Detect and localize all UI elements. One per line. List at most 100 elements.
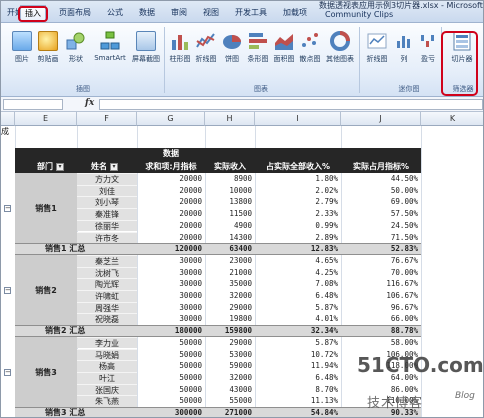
- screenshot-button[interactable]: 屏幕截图: [131, 29, 161, 75]
- pct-income-cell[interactable]: 4.65%: [255, 255, 341, 267]
- name-filter-dropdown-icon[interactable]: ▾: [110, 162, 118, 171]
- column-header-j[interactable]: J: [341, 112, 421, 126]
- income-cell[interactable]: 19800: [205, 313, 255, 325]
- clipart-button[interactable]: 剪贴画: [35, 29, 61, 75]
- name-cell[interactable]: 祝晓磊: [77, 313, 137, 326]
- shapes-button[interactable]: 形状: [63, 29, 89, 75]
- income-cell[interactable]: 29000: [205, 302, 255, 314]
- income-cell[interactable]: 35000: [205, 278, 255, 290]
- area-chart-button[interactable]: 面积图: [271, 29, 297, 75]
- tab-review[interactable]: 审阅: [167, 5, 191, 21]
- dept-label[interactable]: 销售1: [15, 203, 77, 214]
- formula-input[interactable]: [99, 99, 483, 110]
- tab-page-layout[interactable]: 页面布局: [55, 5, 95, 21]
- target-cell[interactable]: 30000: [137, 255, 205, 267]
- subtotal-target[interactable]: 180000: [137, 325, 205, 337]
- income-cell[interactable]: 29000: [205, 337, 255, 349]
- name-cell[interactable]: 刘佳: [77, 184, 137, 197]
- name-cell[interactable]: 张国庆: [77, 383, 137, 396]
- subtotal-target[interactable]: 300000: [137, 407, 205, 417]
- pct-target-cell[interactable]: 58.00%: [341, 337, 421, 349]
- collapse-toggle-icon[interactable]: −: [4, 287, 11, 294]
- pct-income-cell[interactable]: 7.08%: [255, 278, 341, 290]
- pct-income-cell[interactable]: 5.87%: [255, 337, 341, 349]
- pct-target-cell[interactable]: 44.50%: [341, 173, 421, 185]
- name-cell[interactable]: 周强华: [77, 301, 137, 314]
- name-cell[interactable]: 叶江: [77, 371, 137, 384]
- tab-community-clips[interactable]: Community Clips: [321, 7, 397, 23]
- name-cell[interactable]: 秦芝兰: [77, 254, 137, 267]
- name-cell[interactable]: 马晓娟: [77, 348, 137, 361]
- target-cell[interactable]: 50000: [137, 349, 205, 361]
- target-cell[interactable]: 30000: [137, 313, 205, 325]
- subtotal-income[interactable]: 271000: [205, 407, 255, 417]
- income-cell[interactable]: 14300: [205, 232, 255, 244]
- target-cell[interactable]: 50000: [137, 395, 205, 407]
- collapse-toggle-icon[interactable]: −: [4, 205, 11, 213]
- tab-view[interactable]: 视图: [199, 5, 223, 21]
- target-cell[interactable]: 20000: [137, 208, 205, 220]
- pct-income-cell[interactable]: 10.72%: [255, 349, 341, 361]
- target-cell[interactable]: 30000: [137, 302, 205, 314]
- name-box[interactable]: [3, 99, 63, 110]
- pct-income-cell[interactable]: 4.25%: [255, 267, 341, 279]
- pct-target-cell[interactable]: 96.67%: [341, 302, 421, 314]
- dept-label[interactable]: 销售3: [15, 367, 77, 378]
- dept-label[interactable]: 销售2: [15, 285, 77, 296]
- pct-target-cell[interactable]: 69.00%: [341, 196, 421, 208]
- name-cell[interactable]: 陶光辉: [77, 278, 137, 290]
- target-cell[interactable]: 20000: [137, 173, 205, 185]
- income-cell[interactable]: 8900: [205, 173, 255, 185]
- subtotal-label[interactable]: 销售2 汇总: [15, 325, 137, 337]
- target-cell[interactable]: 50000: [137, 360, 205, 372]
- name-cell[interactable]: 方力文: [77, 173, 137, 185]
- pct-income-cell[interactable]: 6.48%: [255, 372, 341, 384]
- income-cell[interactable]: 4900: [205, 220, 255, 232]
- income-cell[interactable]: 59000: [205, 360, 255, 372]
- name-cell[interactable]: 沈树飞: [77, 266, 137, 279]
- subtotal-pct-income[interactable]: 32.34%: [255, 325, 341, 337]
- income-cell[interactable]: 23000: [205, 255, 255, 267]
- subtotal-label[interactable]: 销售1 汇总: [15, 243, 137, 255]
- sparkline-line-button[interactable]: 折线图: [363, 29, 391, 75]
- pct-target-cell[interactable]: 57.50%: [341, 208, 421, 220]
- tab-addins[interactable]: 加载项: [279, 5, 311, 21]
- pct-income-cell[interactable]: 4.01%: [255, 313, 341, 325]
- pct-income-cell[interactable]: 0.99%: [255, 220, 341, 232]
- income-cell[interactable]: 55000: [205, 395, 255, 407]
- target-cell[interactable]: 30000: [137, 278, 205, 290]
- income-cell[interactable]: 13800: [205, 196, 255, 208]
- target-cell[interactable]: 20000: [137, 196, 205, 208]
- tab-formulas[interactable]: 公式: [103, 5, 127, 21]
- sparkline-column-button[interactable]: 列: [391, 29, 417, 75]
- target-cell[interactable]: 20000: [137, 185, 205, 197]
- sparkline-winloss-button[interactable]: 盈亏: [415, 29, 441, 75]
- subtotal-target[interactable]: 120000: [137, 243, 205, 255]
- column-header-k[interactable]: K: [421, 112, 483, 126]
- target-cell[interactable]: 30000: [137, 290, 205, 302]
- name-header-cell[interactable]: 姓名 ▾: [77, 160, 137, 173]
- target-cell[interactable]: 50000: [137, 384, 205, 396]
- pct-income-cell[interactable]: 11.13%: [255, 395, 341, 407]
- income-cell[interactable]: 53000: [205, 349, 255, 361]
- income-cell[interactable]: 21000: [205, 267, 255, 279]
- collapse-toggle-icon[interactable]: −: [4, 368, 11, 376]
- target-cell[interactable]: 20000: [137, 220, 205, 232]
- scatter-chart-button[interactable]: 散点图: [297, 29, 323, 75]
- bar-chart-button[interactable]: 条形图: [245, 29, 271, 75]
- pct-income-cell[interactable]: 2.79%: [255, 196, 341, 208]
- pct-income-cell[interactable]: 5.87%: [255, 302, 341, 314]
- column-header-i[interactable]: I: [255, 112, 341, 126]
- function-icon[interactable]: fx: [85, 98, 94, 108]
- name-cell[interactable]: 朱飞燕: [77, 395, 137, 407]
- pct-target-cell[interactable]: 24.50%: [341, 220, 421, 232]
- dept-header-cell[interactable]: 部门 ▾: [15, 160, 77, 173]
- subtotal-income[interactable]: 63400: [205, 243, 255, 255]
- income-cell[interactable]: 43000: [205, 384, 255, 396]
- pct-target-cell[interactable]: 76.67%: [341, 255, 421, 267]
- name-cell[interactable]: 杨高: [77, 360, 137, 372]
- column-header-h[interactable]: H: [205, 112, 255, 126]
- column-header-f[interactable]: F: [77, 112, 137, 126]
- subtotal-label[interactable]: 销售3 汇总: [15, 407, 137, 417]
- income-cell[interactable]: 11500: [205, 208, 255, 220]
